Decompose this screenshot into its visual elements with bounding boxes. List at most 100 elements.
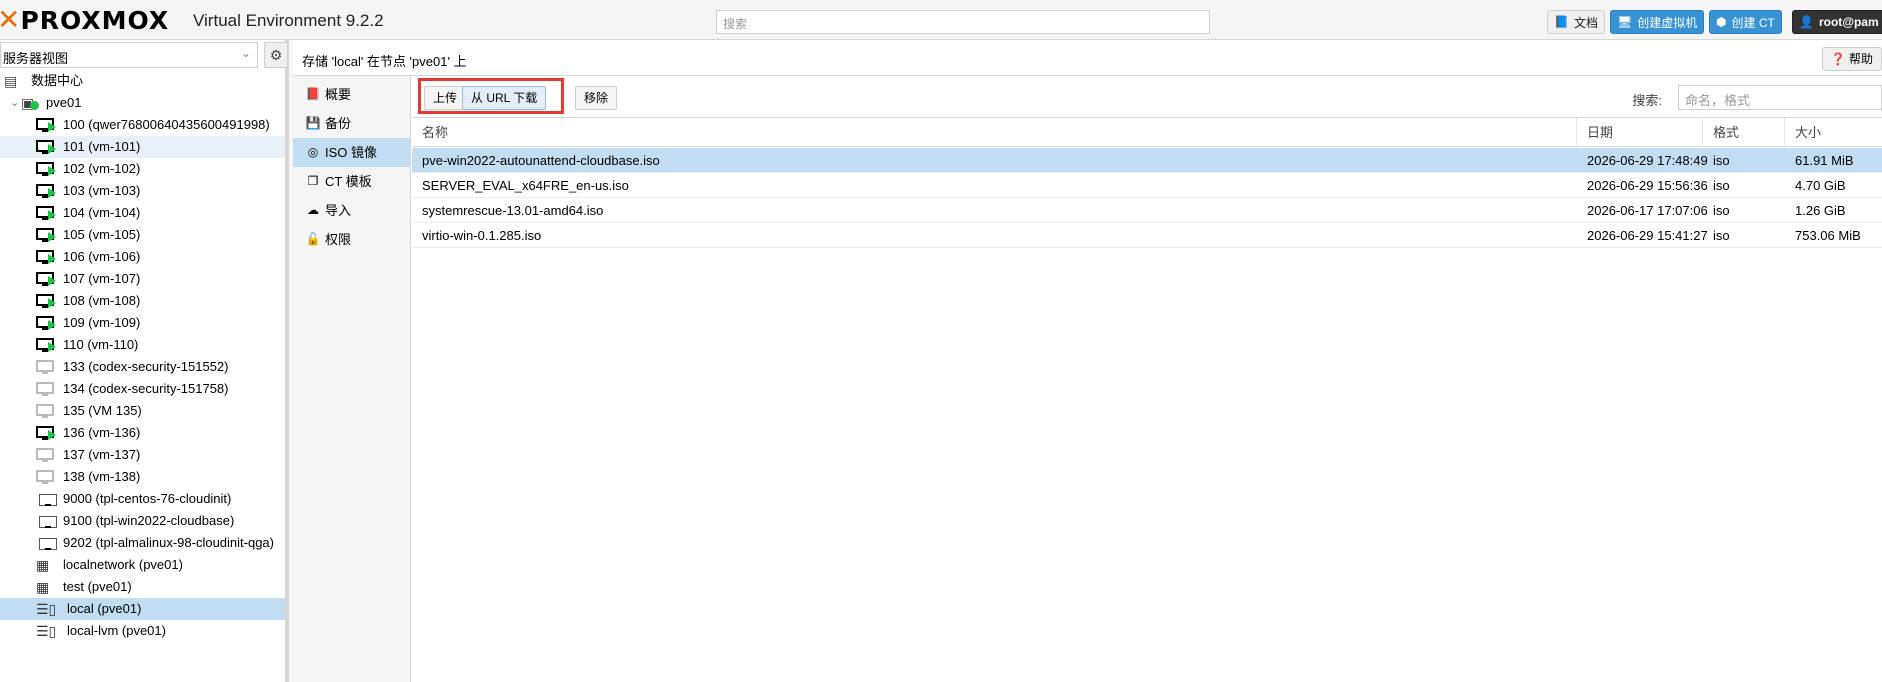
column-header-format[interactable]: 格式 bbox=[1703, 118, 1785, 147]
tree-item-label: pve01 bbox=[46, 95, 82, 110]
cell-date: 2026-06-29 17:48:49 bbox=[1587, 153, 1708, 168]
vm-icon bbox=[36, 184, 56, 198]
tree-item-label: 102 (vm-102) bbox=[63, 161, 141, 176]
tree-item[interactable]: 101 (vm-101) bbox=[0, 136, 285, 158]
storage-icon: ☰▯ bbox=[36, 601, 57, 617]
tree-item[interactable]: 136 (vm-136) bbox=[0, 422, 285, 444]
tree-item-label: localnetwork (pve01) bbox=[63, 557, 183, 572]
storage-nav: 📕 概要 💾 备份 ◎ ISO 镜像 ❐ CT 模板 ☁ 导入 🔓 权限 bbox=[293, 76, 411, 682]
cell-size: 4.70 GiB bbox=[1795, 178, 1846, 193]
tree-item[interactable]: 134 (codex-security-151758) bbox=[0, 378, 285, 400]
create-vm-button[interactable]: 🖥 创建虚拟机 bbox=[1610, 10, 1705, 34]
create-ct-button[interactable]: ⬢ 创建 CT bbox=[1709, 10, 1782, 34]
tree-item[interactable]: 133 (codex-security-151552) bbox=[0, 356, 285, 378]
chevron-down-icon: ⌄ bbox=[240, 46, 251, 60]
cell-size: 753.06 MiB bbox=[1795, 228, 1861, 243]
vm-icon bbox=[36, 162, 56, 176]
tree-item[interactable]: 102 (vm-102) bbox=[0, 158, 285, 180]
cell-size: 61.91 MiB bbox=[1795, 153, 1854, 168]
disc-icon: ◎ bbox=[307, 145, 319, 159]
nav-item[interactable]: ❐ CT 模板 bbox=[293, 167, 410, 196]
tree-item[interactable]: 9000 (tpl-centos-76-cloudinit) bbox=[0, 488, 285, 510]
view-selector[interactable]: 服务器视图 ⌄ bbox=[0, 42, 258, 68]
resource-tree-panel: 服务器视图 ⌄ ⚙ ▤ 数据中心 ⌄ ▣ pve01 100 (qwer768006404… bbox=[0, 40, 289, 682]
user-label: root@pam bbox=[1818, 15, 1879, 29]
cell-date: 2026-06-29 15:56:36 bbox=[1587, 178, 1708, 193]
remove-button[interactable]: 移除 bbox=[575, 86, 618, 110]
cell-name: SERVER_EVAL_x64FRE_en-us.iso bbox=[422, 178, 629, 193]
proxmox-logo: ✕ PROXMOX bbox=[0, 3, 169, 36]
tree-item[interactable]: 9100 (tpl-win2022-cloudbase) bbox=[0, 510, 285, 532]
version-label: Virtual Environment 9.2.2 bbox=[193, 11, 384, 30]
tree-item[interactable]: ⌄ ▣ pve01 bbox=[0, 92, 285, 114]
tree-item[interactable]: 104 (vm-104) bbox=[0, 202, 285, 224]
tree-item[interactable]: 110 (vm-110) bbox=[0, 334, 285, 356]
tree-item-label: 137 (vm-137) bbox=[63, 447, 141, 462]
main-panel: 存储 'local' 在节点 'pve01' 上 ❓ 帮助 📕 概要 💾 备份 ◎ ISO… bbox=[293, 40, 1882, 682]
tree-item[interactable]: 138 (vm-138) bbox=[0, 466, 285, 488]
tree-item[interactable]: ☰▯ local-lvm (pve01) bbox=[0, 620, 285, 642]
expand-icon[interactable]: ⌄ bbox=[10, 92, 19, 114]
tree-item[interactable]: 137 (vm-137) bbox=[0, 444, 285, 466]
vm-icon bbox=[36, 294, 56, 308]
column-header-size[interactable]: 大小 bbox=[1785, 118, 1882, 147]
server-rack-icon: ▤ bbox=[4, 73, 18, 89]
tree-item[interactable]: 103 (vm-103) bbox=[0, 180, 285, 202]
help-button[interactable]: ❓ 帮助 bbox=[1821, 47, 1882, 71]
tree-item[interactable]: 9202 (tpl-almalinux-98-cloudinit-qga) bbox=[0, 532, 285, 554]
docs-button[interactable]: 📘 文档 bbox=[1547, 10, 1605, 34]
tree-item[interactable]: ☰▯ local (pve01) bbox=[0, 598, 285, 620]
table-row[interactable]: SERVER_EVAL_x64FRE_en-us.iso 2026-06-29 1… bbox=[412, 173, 1882, 198]
tree-item-label: 133 (codex-security-151552) bbox=[63, 359, 229, 374]
table-row[interactable]: pve-win2022-autounattend-cloudbase.iso 20… bbox=[412, 148, 1882, 173]
nav-item-label: 权限 bbox=[325, 232, 352, 247]
nav-item-label: ISO 镜像 bbox=[325, 145, 378, 160]
tree-item[interactable]: ▦ test (pve01) bbox=[0, 576, 285, 598]
nav-item[interactable]: 💾 备份 bbox=[293, 109, 410, 138]
user-menu-button[interactable]: 👤 root@pam bbox=[1792, 10, 1882, 34]
floppy-icon: 💾 bbox=[305, 116, 321, 130]
vm-icon bbox=[36, 140, 56, 154]
tree-item-label: 107 (vm-107) bbox=[63, 271, 141, 286]
column-header-date[interactable]: 日期 bbox=[1577, 118, 1703, 147]
tree-item[interactable]: 105 (vm-105) bbox=[0, 224, 285, 246]
tree-item[interactable]: 109 (vm-109) bbox=[0, 312, 285, 334]
tree-item-label: 100 (qwer76800640435600491998) bbox=[63, 117, 270, 132]
tree-item[interactable]: 107 (vm-107) bbox=[0, 268, 285, 290]
vm-icon bbox=[36, 426, 56, 440]
docs-label: 文档 bbox=[1573, 15, 1598, 30]
copy-icon: ❐ bbox=[307, 174, 319, 188]
tree-item[interactable]: 100 (qwer76800640435600491998) bbox=[0, 114, 285, 136]
column-header-name[interactable]: 名称 bbox=[412, 118, 1577, 147]
cell-format: iso bbox=[1713, 203, 1730, 218]
breadcrumb-bar: 存储 'local' 在节点 'pve01' 上 ❓ 帮助 bbox=[293, 40, 1882, 76]
toolbar: 上传 从 URL 下载 移除 搜索: 命名，格式 bbox=[412, 76, 1882, 118]
tree-item-label: local (pve01) bbox=[67, 601, 142, 616]
iso-content: 上传 从 URL 下载 移除 搜索: 命名，格式 名称 日期 格式 大小 pve… bbox=[412, 76, 1882, 682]
tree-item[interactable]: ▦ localnetwork (pve01) bbox=[0, 554, 285, 576]
nav-item[interactable]: 📕 概要 bbox=[293, 80, 410, 109]
vm-icon bbox=[36, 470, 56, 484]
table-row[interactable]: virtio-win-0.1.285.iso 2026-06-29 15:41:2… bbox=[412, 223, 1882, 248]
global-search-input[interactable]: 搜索 bbox=[716, 10, 1210, 34]
table-row[interactable]: systemrescue-13.01-amd64.iso 2026-06-17 1… bbox=[412, 198, 1882, 223]
vm-icon bbox=[36, 338, 56, 352]
top-bar: ✕ PROXMOX Virtual Environment 9.2.2 搜索 📘… bbox=[0, 0, 1882, 40]
help-label: 帮助 bbox=[1848, 52, 1873, 66]
nav-item[interactable]: 🔓 权限 bbox=[293, 225, 410, 254]
tree-item[interactable]: 108 (vm-108) bbox=[0, 290, 285, 312]
nav-item[interactable]: ◎ ISO 镜像 bbox=[293, 138, 410, 167]
gear-icon[interactable]: ⚙ bbox=[264, 42, 288, 68]
tree-item[interactable]: 106 (vm-106) bbox=[0, 246, 285, 268]
vm-icon bbox=[36, 118, 56, 132]
tree-item[interactable]: ▤ 数据中心 bbox=[0, 70, 285, 92]
template-icon bbox=[36, 514, 57, 528]
tree-item-label: 104 (vm-104) bbox=[63, 205, 141, 220]
filter-input[interactable]: 命名，格式 bbox=[1678, 85, 1882, 110]
vm-icon bbox=[36, 360, 56, 374]
nav-item[interactable]: ☁ 导入 bbox=[293, 196, 410, 225]
tree-item-label: 134 (codex-security-151758) bbox=[63, 381, 229, 396]
desktop-icon: 🖥 bbox=[1617, 15, 1633, 29]
tree-item[interactable]: 135 (VM 135) bbox=[0, 400, 285, 422]
x-logo-icon: ✕ bbox=[0, 3, 21, 36]
